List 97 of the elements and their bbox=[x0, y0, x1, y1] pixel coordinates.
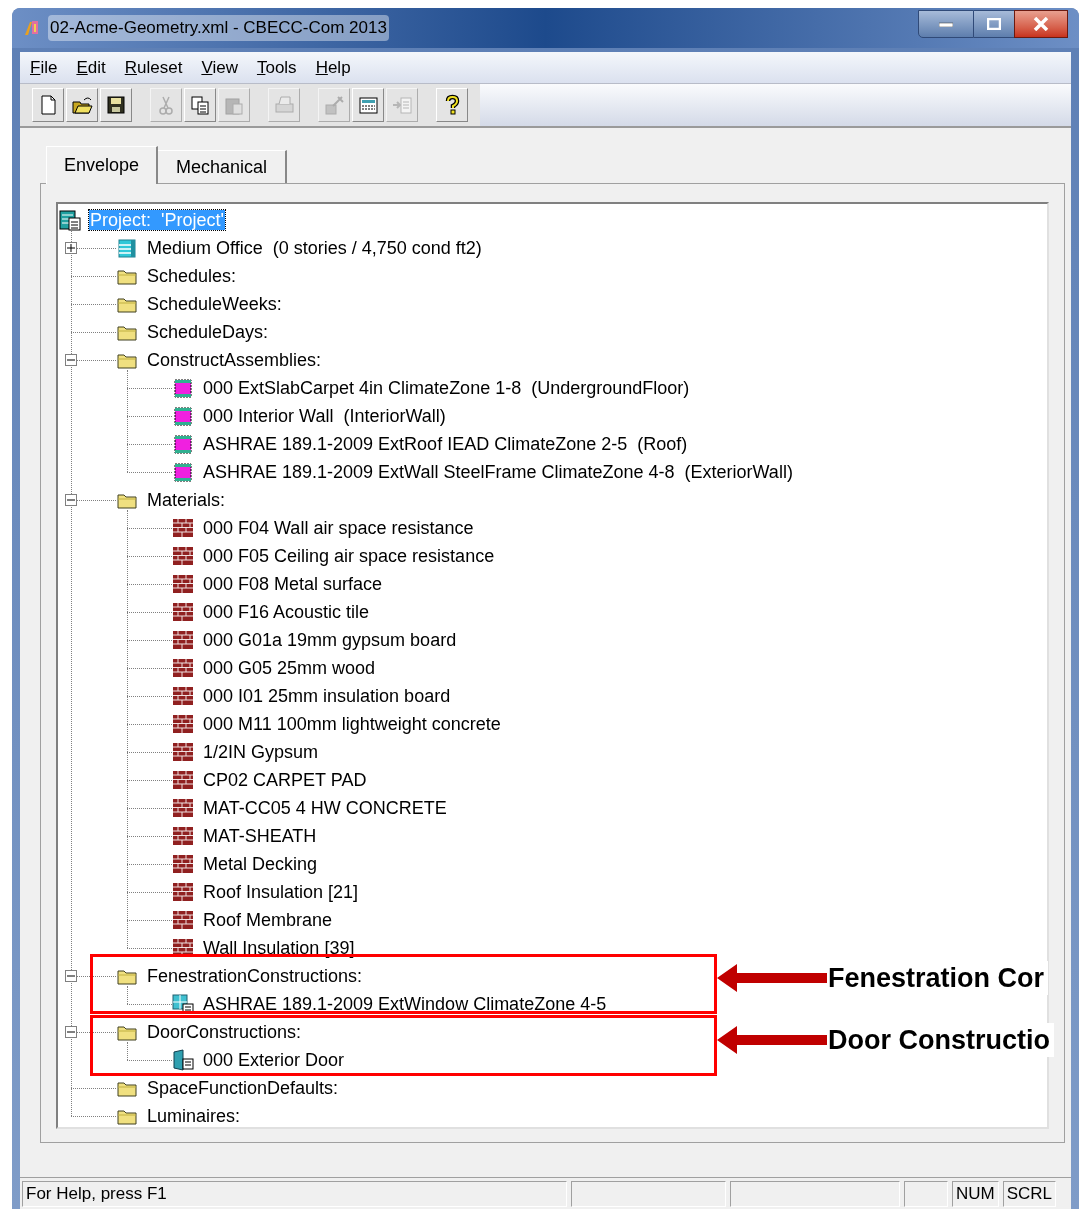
tree-item[interactable]: Schedules: bbox=[146, 266, 238, 286]
open-button[interactable] bbox=[66, 88, 98, 122]
tree-item[interactable]: Medium Office (0 stories / 4,750 cond ft2) bbox=[146, 238, 483, 258]
brick-icon bbox=[172, 797, 194, 819]
tree-item[interactable]: ScheduleWeeks: bbox=[146, 294, 283, 314]
tab[interactable]: Mechanical bbox=[158, 150, 288, 183]
brick-icon bbox=[172, 545, 194, 567]
tree-item[interactable]: CP02 CARPET PAD bbox=[202, 770, 368, 790]
tree-item[interactable]: 000 F16 Acoustic tile bbox=[202, 602, 371, 622]
calculator-button[interactable] bbox=[352, 88, 384, 122]
help-button[interactable] bbox=[436, 88, 468, 122]
minus-icon bbox=[67, 1028, 75, 1036]
import-icon bbox=[391, 94, 413, 116]
tree-item[interactable]: 000 F05 Ceiling air space resistance bbox=[202, 546, 496, 566]
status-pane bbox=[904, 1180, 948, 1207]
minus-icon bbox=[67, 356, 75, 364]
tree-item[interactable]: 000 Interior Wall (InteriorWall) bbox=[202, 406, 447, 426]
brick-icon bbox=[172, 741, 194, 763]
tree-item[interactable]: SpaceFunctionDefaults: bbox=[146, 1078, 340, 1098]
tree-item[interactable]: 000 M11 100mm lightweight concrete bbox=[202, 714, 502, 734]
building-icon bbox=[116, 237, 138, 259]
tree-item[interactable]: 000 Exterior Door bbox=[202, 1050, 346, 1070]
tab[interactable]: Envelope bbox=[46, 146, 159, 184]
callout-label: Door Constructio bbox=[828, 1022, 1054, 1057]
menu-item[interactable]: Tools bbox=[256, 54, 297, 81]
expand-toggle[interactable] bbox=[65, 970, 77, 982]
tree-item[interactable]: 000 G05 25mm wood bbox=[202, 658, 377, 678]
minus-icon bbox=[67, 496, 75, 504]
expand-toggle[interactable] bbox=[65, 1026, 77, 1038]
menu-item[interactable]: Edit bbox=[76, 54, 106, 81]
save-button[interactable] bbox=[100, 88, 132, 122]
tree-item[interactable]: Metal Decking bbox=[202, 854, 319, 874]
window-title: 02-Acme-Geometry.xml - CBECC-Com 2013 bbox=[48, 15, 389, 41]
tree-item[interactable]: FenestrationConstructions: bbox=[146, 966, 364, 986]
folder-icon bbox=[71, 94, 93, 116]
assembly-icon bbox=[172, 461, 194, 483]
expand-toggle[interactable] bbox=[65, 494, 77, 506]
tree-item[interactable]: MAT-SHEATH bbox=[202, 826, 318, 846]
tree-item[interactable]: Roof Membrane bbox=[202, 910, 334, 930]
menu-item[interactable]: File bbox=[30, 54, 58, 81]
brick-icon bbox=[172, 713, 194, 735]
brick-icon bbox=[172, 685, 194, 707]
minus-icon bbox=[67, 972, 75, 980]
new-button[interactable] bbox=[32, 88, 64, 122]
brick-icon bbox=[172, 881, 194, 903]
brick-icon bbox=[172, 517, 194, 539]
minimize-button[interactable] bbox=[918, 10, 974, 38]
status-indicator: SCRL bbox=[1002, 1180, 1057, 1207]
brick-icon bbox=[172, 573, 194, 595]
tree-item[interactable]: Luminaires: bbox=[146, 1106, 242, 1126]
close-icon bbox=[1033, 17, 1049, 31]
maximize-button[interactable] bbox=[974, 10, 1014, 38]
tree-item[interactable]: MAT-CC05 4 HW CONCRETE bbox=[202, 798, 448, 818]
wand-icon bbox=[323, 94, 345, 116]
tree-item[interactable]: Wall Insulation [39] bbox=[202, 938, 356, 958]
brick-icon bbox=[172, 657, 194, 679]
tree-item[interactable]: 000 ExtSlabCarpet 4in ClimateZone 1-8 (UndergroundFloor) bbox=[202, 378, 691, 398]
minimize-icon bbox=[939, 21, 953, 27]
expand-toggle[interactable] bbox=[65, 242, 77, 254]
close-button[interactable] bbox=[1014, 10, 1068, 38]
tree-item[interactable]: 000 I01 25mm insulation board bbox=[202, 686, 452, 706]
tree-item[interactable]: ASHRAE 189.1-2009 ExtWindow ClimateZone 4-5 bbox=[202, 994, 608, 1014]
brick-icon bbox=[172, 601, 194, 623]
copy-button[interactable] bbox=[184, 88, 216, 122]
tree-item[interactable]: ScheduleDays: bbox=[146, 322, 270, 342]
menu-item[interactable]: Ruleset bbox=[124, 54, 183, 81]
assembly-icon bbox=[172, 405, 194, 427]
assembly-icon bbox=[172, 377, 194, 399]
brick-icon bbox=[172, 629, 194, 651]
tree-item[interactable]: ASHRAE 189.1-2009 ExtRoof IEAD ClimateZone 2-5 (Roof) bbox=[202, 434, 689, 454]
expand-toggle[interactable] bbox=[65, 354, 77, 366]
calculator-icon bbox=[357, 94, 379, 116]
brick-icon bbox=[172, 853, 194, 875]
plus-icon bbox=[67, 244, 75, 252]
brick-icon bbox=[172, 769, 194, 791]
maximize-icon bbox=[987, 18, 1001, 30]
copy-icon bbox=[189, 94, 211, 116]
tree-item[interactable]: 000 G01a 19mm gypsum board bbox=[202, 630, 458, 650]
tree-item[interactable]: ASHRAE 189.1-2009 ExtWall SteelFrame ClimateZone 4-8 (ExteriorWall) bbox=[202, 462, 794, 482]
tree-item[interactable]: ConstructAssemblies: bbox=[146, 350, 323, 370]
menu-item[interactable]: View bbox=[201, 54, 238, 81]
brick-icon bbox=[172, 825, 194, 847]
tree-item[interactable]: Materials: bbox=[146, 490, 227, 510]
status-indicator: NUM bbox=[952, 1180, 999, 1207]
building-icon bbox=[59, 209, 81, 231]
tree-item[interactable]: 000 F08 Metal surface bbox=[202, 574, 384, 594]
door-icon bbox=[172, 1049, 194, 1071]
callout-label: Fenestration Cor bbox=[828, 961, 1049, 995]
tree-item[interactable]: Roof Insulation [21] bbox=[202, 882, 360, 902]
assembly-icon bbox=[172, 433, 194, 455]
tree-item[interactable]: 1/2IN Gypsum bbox=[202, 742, 320, 762]
status-message: For Help, press F1 bbox=[22, 1180, 567, 1207]
tree-item[interactable]: DoorConstructions: bbox=[146, 1022, 303, 1042]
brick-icon bbox=[172, 909, 194, 931]
menu-item[interactable]: Help bbox=[315, 54, 351, 81]
printer-icon bbox=[273, 94, 295, 116]
tree-item[interactable]: 000 F04 Wall air space resistance bbox=[202, 518, 475, 538]
